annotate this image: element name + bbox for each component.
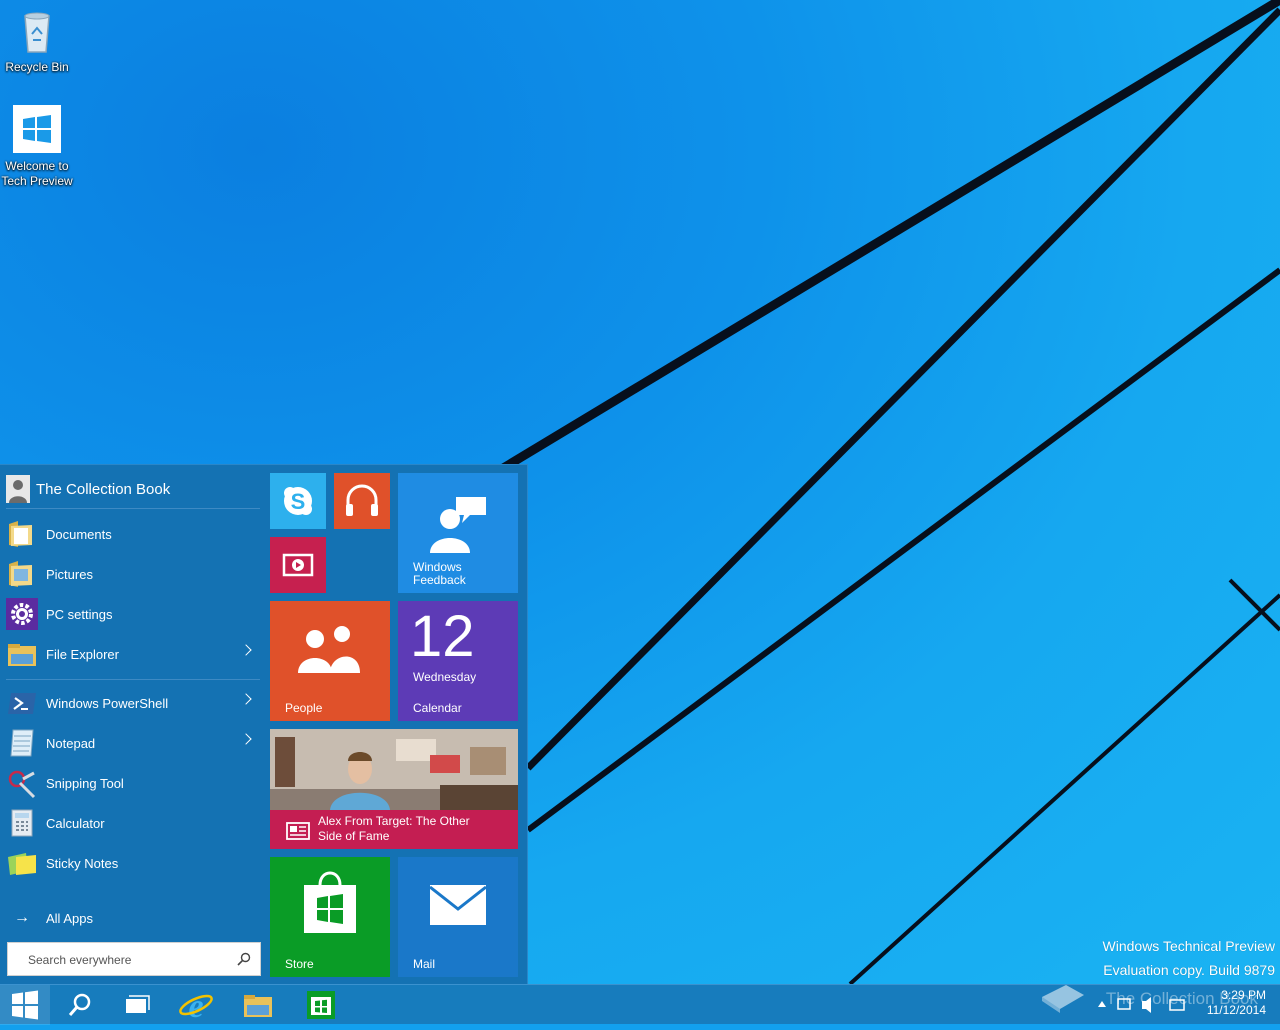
user-avatar-icon xyxy=(6,475,30,503)
app-item-label: File Explorer xyxy=(46,646,119,662)
tile-calendar[interactable]: 12 Wednesday Calendar xyxy=(398,601,518,721)
internet-explorer-button[interactable]: e xyxy=(168,985,224,1025)
tile-music[interactable] xyxy=(334,473,390,529)
file-explorer-icon xyxy=(244,995,272,1017)
recycle-bin-icon xyxy=(24,12,50,53)
app-item-notepad[interactable]: Notepad xyxy=(6,723,260,763)
windows-logo-icon xyxy=(12,990,38,1020)
tile-label: Store xyxy=(285,957,314,971)
search-icon xyxy=(68,993,91,1016)
store-button[interactable] xyxy=(292,985,348,1025)
task-view-button[interactable] xyxy=(108,985,164,1025)
app-item-label: Windows PowerShell xyxy=(46,695,169,711)
divider xyxy=(6,679,260,680)
svg-text:S: S xyxy=(291,489,306,514)
windows-logo-icon xyxy=(13,105,61,153)
pinned-places-list: Documents Pictures PC settings File Expl… xyxy=(6,514,260,674)
news-photo xyxy=(270,729,518,810)
app-item-label: Documents xyxy=(46,526,112,542)
people-icon xyxy=(298,626,360,673)
store-icon xyxy=(304,871,356,933)
brand-text: The Collection Book xyxy=(1105,989,1258,1008)
desktop-icon-label: Recycle Bin xyxy=(5,60,69,74)
chevron-right-icon[interactable] xyxy=(240,693,252,705)
tile-label: Mail xyxy=(413,957,436,971)
chevron-right-icon[interactable] xyxy=(240,733,252,745)
tile-windows-feedback[interactable]: Windows Feedback xyxy=(398,473,518,593)
pictures-folder-icon xyxy=(9,561,32,587)
arrow-right-icon: → xyxy=(14,909,30,926)
app-item-label: Snipping Tool xyxy=(46,775,124,791)
taskbar: e 3:29 PM 11/12/2014 The Collection Book xyxy=(0,984,1280,1025)
svg-text:e: e xyxy=(188,988,203,1025)
tile-video[interactable] xyxy=(270,537,326,593)
app-item-sticky-notes[interactable]: Sticky Notes xyxy=(6,843,260,883)
tile-label: Calendar xyxy=(413,701,462,715)
calendar-day-number: 12 xyxy=(410,604,475,669)
tile-skype[interactable]: S xyxy=(270,473,326,529)
calculator-icon xyxy=(11,809,33,837)
book-logo-icon xyxy=(1041,985,1084,1013)
watermark-line-2: Evaluation copy. Build 9879 xyxy=(1103,962,1275,978)
desktop-icon-recycle-bin[interactable]: Recycle Bin xyxy=(0,6,77,75)
tile-people[interactable]: People xyxy=(270,601,390,721)
all-apps-button[interactable]: → All Apps xyxy=(6,902,93,934)
gear-icon xyxy=(6,598,38,630)
search-icon[interactable] xyxy=(236,951,252,967)
store-icon xyxy=(307,991,335,1019)
brand-watermark: The Collection Book xyxy=(1041,985,1258,1013)
tile-label: People xyxy=(285,701,323,715)
news-icon xyxy=(286,822,310,840)
internet-explorer-icon: e xyxy=(179,988,213,1025)
app-item-snipping-tool[interactable]: Snipping Tool xyxy=(6,763,260,803)
app-item-label: Calculator xyxy=(46,815,105,831)
start-button[interactable] xyxy=(0,985,50,1025)
search-box xyxy=(7,942,261,977)
app-item-pc-settings[interactable]: PC settings xyxy=(6,594,260,634)
skype-icon: S xyxy=(284,487,312,515)
app-item-documents[interactable]: Documents xyxy=(6,514,260,554)
sticky-notes-icon xyxy=(8,853,36,875)
video-icon xyxy=(282,553,314,577)
app-item-label: PC settings xyxy=(46,606,113,622)
news-headline: Alex From Target: The Other Side of Fame xyxy=(318,814,470,843)
evaluation-watermark: Windows Technical Preview Evaluation cop… xyxy=(1103,934,1275,982)
app-item-file-explorer[interactable]: File Explorer xyxy=(6,634,260,674)
tile-label: Windows Feedback xyxy=(413,560,466,587)
desktop-icon-label: Welcome to Tech Preview xyxy=(1,159,73,188)
task-view-icon xyxy=(126,995,150,1013)
headphones-icon xyxy=(346,484,378,516)
watermark-line-1: Windows Technical Preview xyxy=(1102,938,1275,954)
search-button[interactable] xyxy=(52,985,108,1025)
tile-store[interactable]: Store xyxy=(270,857,390,977)
tile-news[interactable]: Alex From Target: The Other Side of Fame xyxy=(270,729,518,849)
app-item-label: Notepad xyxy=(46,735,96,751)
tile-mail[interactable]: Mail xyxy=(398,857,518,977)
file-explorer-icon xyxy=(8,644,36,666)
desktop-icon-welcome[interactable]: Welcome to Tech Preview xyxy=(0,105,77,189)
snipping-tool-icon xyxy=(8,770,36,799)
show-hidden-icons-icon xyxy=(1098,1001,1106,1007)
app-item-calculator[interactable]: Calculator xyxy=(6,803,260,843)
user-name: The Collection Book xyxy=(36,480,171,498)
app-item-pictures[interactable]: Pictures xyxy=(6,554,260,594)
notepad-icon xyxy=(10,729,34,757)
calendar-weekday: Wednesday xyxy=(413,670,477,684)
app-item-label: Sticky Notes xyxy=(46,855,119,871)
start-menu: The Collection Book Documents Pictures P… xyxy=(0,464,528,984)
search-input[interactable] xyxy=(8,943,254,977)
feedback-icon xyxy=(430,497,486,553)
powershell-icon xyxy=(8,693,36,714)
all-apps-label: All Apps xyxy=(46,910,93,926)
mail-icon xyxy=(429,885,487,925)
divider xyxy=(6,508,260,509)
recent-apps-list: Windows PowerShell Notepad Snipping Tool xyxy=(6,683,260,883)
app-item-label: Pictures xyxy=(46,566,93,582)
file-explorer-button[interactable] xyxy=(230,985,286,1025)
chevron-right-icon[interactable] xyxy=(240,644,252,656)
app-item-windows-powershell[interactable]: Windows PowerShell xyxy=(6,683,260,723)
user-account[interactable]: The Collection Book xyxy=(6,471,260,507)
documents-folder-icon xyxy=(9,521,32,547)
